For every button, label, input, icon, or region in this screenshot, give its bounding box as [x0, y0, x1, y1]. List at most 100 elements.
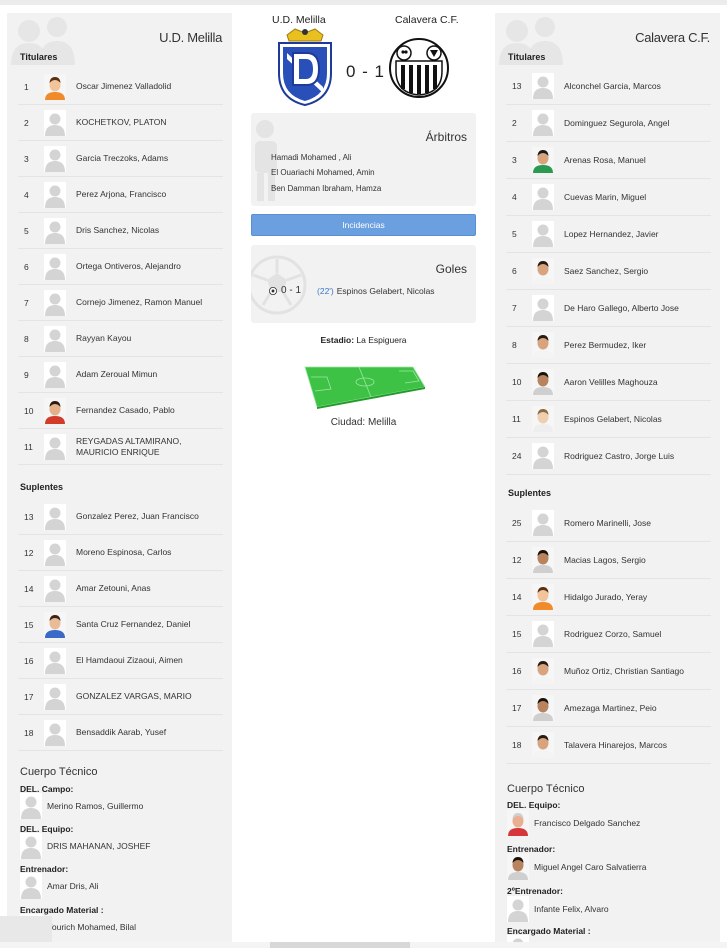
player-name[interactable]: Santa Cruz Fernandez, Daniel — [66, 619, 216, 630]
player-name[interactable]: Moreno Espinosa, Carlos — [66, 547, 216, 558]
player-row[interactable]: 14 Amar Zetouni, Anas — [18, 571, 223, 607]
player-number: 9 — [24, 369, 29, 380]
avatar — [532, 221, 554, 247]
player-number: 3 — [24, 153, 29, 164]
player-name[interactable]: Macias Lagos, Sergio — [554, 555, 704, 566]
player-row[interactable]: 18 Bensaddik Aarab, Yusef — [18, 715, 223, 751]
city-name: Melilla — [367, 417, 397, 428]
player-row[interactable]: 12 Moreno Espinosa, Carlos — [18, 535, 223, 571]
player-row[interactable]: 7 De Haro Gallego, Alberto Jose — [506, 290, 711, 327]
player-name[interactable]: Ortega Ontiveros, Alejandro — [66, 261, 216, 272]
player-number: 13 — [512, 81, 522, 91]
player-row[interactable]: 17 GONZALEZ VARGAS, MARIO — [18, 679, 223, 715]
player-row[interactable]: 9 Adam Zeroual Mimun — [18, 357, 223, 393]
player-number: 16 — [24, 655, 34, 666]
player-name[interactable]: Romero Marinelli, Jose — [554, 518, 704, 529]
player-row[interactable]: 1 Oscar Jimenez Valladolid — [18, 69, 223, 105]
player-name[interactable]: De Haro Gallego, Alberto Jose — [554, 303, 704, 314]
player-number: 7 — [512, 303, 517, 313]
away-team-panel: Calavera C.F. Titulares 13 Alconchel Garc… — [495, 13, 720, 948]
player-row[interactable]: 15 Santa Cruz Fernandez, Daniel — [18, 607, 223, 643]
player-number: 24 — [512, 451, 522, 461]
player-row[interactable]: 10 Aaron Velilles Maghouza — [506, 364, 711, 401]
player-row[interactable]: 25 Romero Marinelli, Jose — [506, 505, 711, 542]
player-row[interactable]: 2 KOCHETKOV, PLATON — [18, 105, 223, 141]
goal-entry: 0 - 1 (22') Espinos Gelabert, Nicolas — [269, 285, 435, 296]
player-name[interactable]: Espinos Gelabert, Nicolas — [554, 414, 704, 425]
avatar — [507, 896, 529, 922]
player-name[interactable]: Oscar Jimenez Valladolid — [66, 81, 216, 92]
player-row[interactable]: 13 Gonzalez Perez, Juan Francisco — [18, 499, 223, 535]
player-name[interactable]: GONZALEZ VARGAS, MARIO — [66, 691, 216, 702]
player-row[interactable]: 4 Cuevas Marin, Miguel — [506, 179, 711, 216]
player-name[interactable]: Talavera Hinarejos, Marcos — [554, 740, 704, 751]
player-name[interactable]: Saez Sanchez, Sergio — [554, 266, 704, 277]
player-name[interactable]: Amar Zetouni, Anas — [66, 583, 216, 594]
player-name[interactable]: Perez Arjona, Francisco — [66, 189, 216, 200]
player-name[interactable]: KOCHETKOV, PLATON — [66, 117, 216, 128]
player-row[interactable]: 3 Arenas Rosa, Manuel — [506, 142, 711, 179]
player-name[interactable]: Rodriguez Castro, Jorge Luis — [554, 451, 704, 462]
player-name[interactable]: Rodriguez Corzo, Samuel — [554, 629, 704, 640]
incidencias-button[interactable]: Incidencias — [251, 214, 476, 236]
player-name[interactable]: Adam Zeroual Mimun — [66, 369, 216, 380]
player-number: 11 — [24, 441, 33, 452]
player-name[interactable]: Arenas Rosa, Manuel — [554, 155, 704, 166]
player-name[interactable]: Dominguez Segurola, Angel — [554, 118, 704, 129]
player-row[interactable]: 8 Perez Bermudez, Iker — [506, 327, 711, 364]
player-row[interactable]: 6 Ortega Ontiveros, Alejandro — [18, 249, 223, 285]
player-number: 11 — [512, 414, 521, 424]
horizontal-scrollbar[interactable] — [0, 942, 727, 948]
player-row[interactable]: 13 Alconchel Garcia, Marcos — [506, 68, 711, 105]
player-name[interactable]: Perez Bermudez, Iker — [554, 340, 704, 351]
goal-minute[interactable]: (22') — [317, 286, 334, 296]
player-name[interactable]: Gonzalez Perez, Juan Francisco — [66, 511, 216, 522]
pitch-icon — [304, 366, 426, 409]
player-number: 17 — [24, 691, 34, 702]
player-name[interactable]: Cuevas Marin, Miguel — [554, 192, 704, 203]
player-row[interactable]: 2 Dominguez Segurola, Angel — [506, 105, 711, 142]
player-row[interactable]: 15 Rodriguez Corzo, Samuel — [506, 616, 711, 653]
avatar — [44, 683, 66, 710]
player-row[interactable]: 5 Lopez Hernandez, Javier — [506, 216, 711, 253]
player-row[interactable]: 6 Saez Sanchez, Sergio — [506, 253, 711, 290]
player-row[interactable]: 14 Hidalgo Jurado, Yeray — [506, 579, 711, 616]
player-row[interactable]: 18 Talavera Hinarejos, Marcos — [506, 727, 711, 764]
player-name[interactable]: Alconchel Garcia, Marcos — [554, 81, 704, 92]
player-name[interactable]: Rayyan Kayou — [66, 333, 216, 344]
player-name[interactable]: Fernandez Casado, Pablo — [66, 405, 216, 416]
player-name[interactable]: Muñoz Ortiz, Christian Santiago — [554, 666, 704, 677]
player-name[interactable]: Aaron Velilles Maghouza — [554, 377, 704, 388]
player-number: 18 — [512, 740, 522, 750]
player-row[interactable]: 10 Fernandez Casado, Pablo — [18, 393, 223, 429]
player-name[interactable]: Cornejo Jimenez, Ramon Manuel — [66, 297, 216, 308]
referee-name: Ben Damman Ibraham, Hamza — [271, 184, 382, 193]
staff-name: Yourich Mohamed, Bilal — [47, 922, 136, 932]
player-row[interactable]: 5 Dris Sanchez, Nicolas — [18, 213, 223, 249]
player-number: 2 — [512, 118, 517, 128]
player-row[interactable]: 4 Perez Arjona, Francisco — [18, 177, 223, 213]
player-name[interactable]: REYGADAS ALTAMIRANO, MAURICIO ENRIQUE — [66, 436, 216, 458]
player-row[interactable]: 16 Muñoz Ortiz, Christian Santiago — [506, 653, 711, 690]
player-row[interactable]: 16 El Hamdaoui Zizaoui, Aimen — [18, 643, 223, 679]
player-row[interactable]: 11 Espinos Gelabert, Nicolas — [506, 401, 711, 438]
scrollbar-thumb[interactable] — [270, 942, 410, 948]
avatar — [532, 732, 554, 758]
player-row[interactable]: 11 REYGADAS ALTAMIRANO, MAURICIO ENRIQUE — [18, 429, 223, 465]
city-info: Ciudad: Melilla — [251, 417, 476, 428]
player-name[interactable]: Amezaga Martinez, Peio — [554, 703, 704, 714]
player-name[interactable]: Bensaddik Aarab, Yusef — [66, 727, 216, 738]
player-row[interactable]: 24 Rodriguez Castro, Jorge Luis — [506, 438, 711, 475]
player-name[interactable]: Dris Sanchez, Nicolas — [66, 225, 216, 236]
player-name[interactable]: El Hamdaoui Zizaoui, Aimen — [66, 655, 216, 666]
player-row[interactable]: 12 Macias Lagos, Sergio — [506, 542, 711, 579]
player-row[interactable]: 3 Garcia Treczoks, Adams — [18, 141, 223, 177]
player-row[interactable]: 8 Rayyan Kayou — [18, 321, 223, 357]
avatar — [532, 584, 554, 610]
player-name[interactable]: Lopez Hernandez, Javier — [554, 229, 704, 240]
avatar — [44, 503, 66, 530]
player-name[interactable]: Garcia Treczoks, Adams — [66, 153, 216, 164]
player-row[interactable]: 7 Cornejo Jimenez, Ramon Manuel — [18, 285, 223, 321]
player-row[interactable]: 17 Amezaga Martinez, Peio — [506, 690, 711, 727]
player-name[interactable]: Hidalgo Jurado, Yeray — [554, 592, 704, 603]
